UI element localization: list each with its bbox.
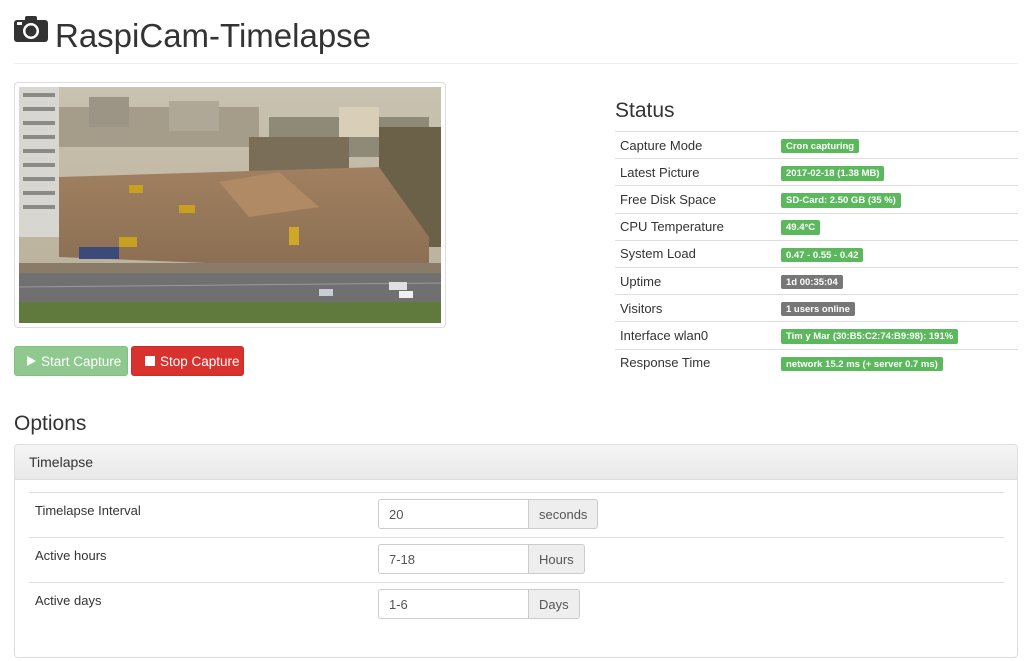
start-capture-label: Start Capture	[41, 353, 122, 369]
preview-thumbnail[interactable]	[14, 82, 446, 328]
status-label: Response Time	[620, 355, 711, 371]
status-badge: 0.47 - 0.55 - 0.42	[781, 247, 864, 263]
status-badge: 49.4°C	[781, 220, 821, 235]
timelapse-panel: Timelapse Timelapse Interval seconds Activ…	[14, 444, 1018, 658]
status-row: Uptime 1d 00:35:04	[615, 267, 1018, 294]
status-label: CPU Temperature	[620, 219, 724, 235]
options-heading: Options	[14, 412, 87, 435]
option-input[interactable]	[378, 589, 528, 619]
status-badge: 1 users online	[781, 301, 855, 317]
status-value-cell: 49.4°C	[776, 213, 1018, 240]
status-row: Interface wlan0 Tim y Mar (30:B5:C2:74:B9…	[615, 321, 1018, 349]
status-value-cell: 1 users online	[776, 295, 1018, 322]
option-input-cell: Days	[372, 583, 1004, 628]
status-value-cell: 1d 00:35:04	[776, 267, 1018, 294]
option-row: Timelapse Interval seconds	[29, 492, 1004, 538]
option-label: Active hours	[35, 548, 107, 563]
status-value-cell: Cron capturing	[776, 132, 1018, 159]
option-input-cell: seconds	[372, 493, 1004, 538]
play-icon	[27, 356, 36, 366]
status-label: Capture Mode	[620, 137, 703, 153]
status-value-cell: 0.47 - 0.55 - 0.42	[776, 240, 1018, 267]
status-value-cell: network 15.2 ms (+ server 0.7 ms)	[776, 349, 1018, 376]
status-label: Free Disk Space	[620, 191, 717, 207]
option-row: Active hours Hours	[29, 537, 1004, 583]
input-group: Hours	[378, 544, 998, 574]
option-row: Active days Days	[29, 582, 1004, 628]
option-input[interactable]	[378, 544, 528, 574]
status-label: Interface wlan0	[620, 327, 709, 343]
status-heading: Status	[615, 99, 675, 122]
status-badge: 1d 00:35:04	[781, 274, 843, 290]
status-badge: Tim y Mar (30:B5:C2:74:B9:98): 191%	[781, 329, 959, 344]
page-header: RaspiCam-Timelapse	[14, 10, 1018, 64]
status-row: System Load 0.47 - 0.55 - 0.42	[615, 240, 1018, 267]
stop-capture-label: Stop Capture	[160, 353, 240, 369]
preview-image	[19, 87, 441, 323]
status-badge: network 15.2 ms (+ server 0.7 ms)	[781, 356, 943, 372]
camera-icon	[14, 16, 48, 42]
page-title: RaspiCam-Timelapse	[55, 17, 372, 54]
status-row: Latest Picture 2017-02-18 (1.38 MB)	[615, 158, 1018, 186]
status-badge: 2017-02-18 (1.38 MB)	[781, 166, 885, 181]
status-value-cell: 2017-02-18 (1.38 MB)	[776, 159, 1018, 186]
stop-capture-button[interactable]: Stop Capture	[131, 346, 244, 376]
start-capture-button[interactable]: Start Capture	[14, 346, 128, 376]
status-table: Capture Mode Cron capturing Latest Picture…	[615, 131, 1018, 376]
status-label: Latest Picture	[620, 164, 700, 180]
input-group: Days	[378, 589, 998, 619]
option-label: Active days	[35, 593, 102, 608]
status-row: Free Disk Space SD-Card: 2.50 GB (35 %)	[615, 185, 1018, 213]
status-row: CPU Temperature 49.4°C	[615, 213, 1018, 240]
options-table: Timelapse Interval seconds Active hours Hou…	[29, 492, 1004, 628]
status-row: Visitors 1 users online	[615, 294, 1018, 322]
status-label: Visitors	[620, 300, 663, 316]
option-input-cell: Hours	[372, 538, 1004, 583]
status-badge: Cron capturing	[781, 138, 860, 154]
status-label: Uptime	[620, 273, 662, 289]
unit-addon: Days	[528, 589, 580, 619]
option-label: Timelapse Interval	[35, 503, 141, 518]
status-value-cell: SD-Card: 2.50 GB (35 %)	[776, 186, 1018, 213]
unit-addon: Hours	[528, 544, 585, 574]
status-row: Capture Mode Cron capturing	[615, 131, 1018, 159]
status-value-cell: Tim y Mar (30:B5:C2:74:B9:98): 191%	[776, 322, 1018, 349]
option-input[interactable]	[378, 499, 528, 529]
status-label: System Load	[620, 246, 696, 262]
panel-heading: Timelapse	[15, 445, 1017, 480]
status-badge: SD-Card: 2.50 GB (35 %)	[781, 193, 901, 208]
stop-icon	[145, 356, 155, 366]
input-group: seconds	[378, 499, 998, 529]
status-row: Response Time network 15.2 ms (+ server 0…	[615, 349, 1018, 376]
unit-addon: seconds	[528, 499, 599, 529]
